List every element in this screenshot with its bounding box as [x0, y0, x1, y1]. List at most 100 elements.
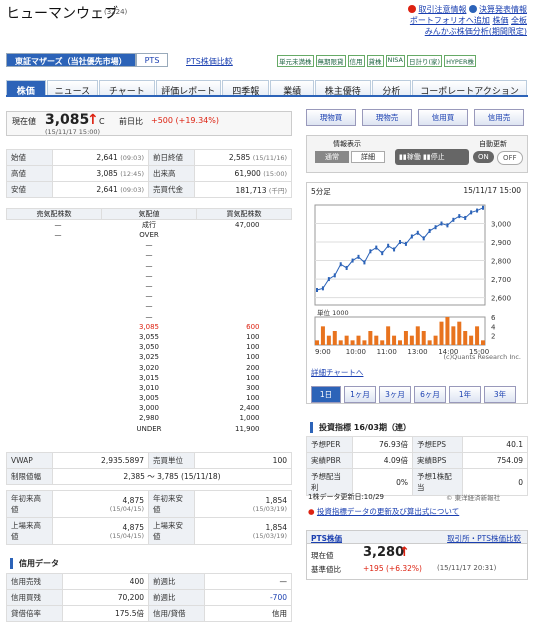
volume-bar — [392, 335, 397, 345]
period-1d[interactable]: 1日 — [311, 386, 341, 403]
tab-corporate-action[interactable]: コーポレートアクション — [412, 80, 527, 97]
auto-update-label: 自動更新 — [479, 140, 507, 148]
tab-price[interactable]: 株価 — [6, 80, 46, 97]
label: 売買単位 — [148, 452, 195, 469]
vwap-table: VWAP 2,935.5897 売買単位 100 制限値幅 2,385 〜 3,… — [6, 452, 292, 485]
price-candle — [357, 254, 360, 259]
sell-qty — [7, 250, 102, 260]
period-6m[interactable]: 6ヶ月 — [414, 386, 446, 403]
board-row: — — [7, 312, 292, 322]
cash-buy-button[interactable]: 現物買 — [306, 109, 356, 126]
tab-results[interactable]: 業績 — [270, 80, 315, 97]
table-row: 実績PBR 4.09倍 実績BPS 754.09 — [306, 452, 528, 469]
metrics-notice: ● 投資指標データの更新及び算出式について — [308, 506, 459, 517]
label: 信用/貸借 — [148, 605, 205, 622]
pts-compare-link[interactable]: PTS株価比較 — [186, 56, 233, 67]
normal-toggle[interactable]: 通常 — [315, 151, 349, 163]
volume-bar — [481, 340, 485, 345]
board-row: — 成行 47,000 — [7, 220, 292, 231]
y-tick-label: 2,900 — [491, 239, 511, 247]
price-candle — [470, 210, 473, 215]
market-pts[interactable]: PTS — [135, 53, 169, 67]
board-header: 売気配株数 気配値 買気配株数 — [6, 208, 292, 220]
price-candle — [339, 262, 342, 267]
tab-news[interactable]: ニュース — [46, 80, 99, 97]
tab-chart[interactable]: チャート — [99, 80, 155, 97]
caution-info-link[interactable]: 取引注意情報 — [418, 5, 466, 14]
period-3y[interactable]: 3年 — [484, 386, 516, 403]
tab-report[interactable]: 評価レポート — [155, 80, 221, 97]
board-row: — — [7, 281, 292, 291]
volume-bar — [315, 340, 319, 345]
period-1m[interactable]: 1ヶ月 — [344, 386, 376, 403]
value: 信用 — [204, 605, 292, 622]
detail-toggle[interactable]: 詳細 — [351, 151, 385, 163]
volume-tick-label: 2 — [491, 333, 495, 341]
tab-shikiho[interactable]: 四季報 — [221, 80, 270, 97]
market-tse-mothers[interactable]: 東証マザーズ（当社優先市場） — [6, 53, 136, 67]
cash-sell-button[interactable]: 現物売 — [362, 109, 412, 126]
margin-sell-button[interactable]: 信用売 — [474, 109, 524, 126]
y-tick-label: 2,800 — [491, 258, 511, 266]
run-stop-switch[interactable]: ▮▮稼働 ▮▮停止 — [395, 149, 469, 165]
price-candle — [375, 245, 378, 250]
volume-tick-label: 6 — [491, 314, 496, 322]
value: 1,854 (15/03/19) — [194, 517, 292, 545]
period-1y[interactable]: 1年 — [449, 386, 481, 403]
sell-qty-header: 売気配株数 — [6, 208, 102, 220]
full-board-link[interactable]: 全板 — [511, 16, 527, 25]
price: — — [145, 282, 153, 291]
pts-title-link[interactable]: PTS株価 — [311, 533, 342, 544]
price: 3,025 — [138, 353, 160, 362]
volume-bar — [386, 326, 391, 345]
price: 3,050 — [138, 343, 160, 352]
buy-qty: 100 — [246, 343, 260, 352]
minkabu-link[interactable]: みんかぶ株価分析(期間限定) — [425, 27, 527, 36]
y-tick-label: 2,700 — [491, 276, 511, 284]
stock-price-link[interactable]: 株価 — [492, 16, 508, 25]
price-box: 現在値 3,085 ↑ C (15/11/17 15:00) 前日比 +500 … — [6, 111, 292, 136]
board-row: — OVER — [7, 230, 292, 240]
label: 予想EPS — [412, 436, 463, 453]
table-row: 上場来高値 4,875 (15/04/15) 上場来安値 1,854 (15/03/… — [6, 517, 292, 545]
portfolio-add-link[interactable]: ポートフォリオへ追加 — [410, 16, 490, 25]
volume-bar — [356, 335, 361, 345]
data-source: © 東洋経済新報社 — [446, 494, 501, 502]
auto-on-toggle[interactable]: ON — [473, 151, 494, 163]
price: OVER — [139, 231, 159, 240]
tab-analysis[interactable]: 分析 — [371, 80, 412, 97]
board-row: — — [7, 301, 292, 311]
value: 4.09倍 — [352, 452, 413, 469]
price-candle — [369, 249, 372, 254]
auto-off-toggle[interactable]: OFF — [497, 151, 523, 165]
tab-benefits[interactable]: 株主優待 — [315, 80, 371, 97]
margin-buy-button[interactable]: 信用買 — [418, 109, 468, 126]
value: 4,875 (15/04/15) — [52, 490, 149, 518]
display-label: 情報表示 — [333, 140, 361, 148]
pts-compare-link[interactable]: 取引所・PTS株価比較 — [447, 533, 521, 544]
high-low-table: 年初来高値 4,875 (15/04/15) 年初来安値 1,854 (15/03/… — [6, 490, 292, 545]
metrics-notice-link[interactable]: 投資指標データの更新及び算出式について — [317, 507, 459, 516]
volume-bar — [469, 335, 474, 345]
margin-title: 信用データ — [10, 558, 59, 569]
pts-change: +195 (+6.32%) — [363, 564, 422, 573]
price-candle — [428, 228, 431, 233]
pts-panel: PTS株価 取引所・PTS株価比較 現在値 3,280 ↑ 基準値比 +195 … — [306, 530, 528, 580]
price: 3,010 — [138, 383, 160, 392]
table-row: 始値 2,641 (09:03) 前日終値 2,585 (15/11/16) — [6, 149, 292, 166]
price-candle — [345, 265, 348, 270]
earnings-info-link[interactable]: 決算発表情報 — [479, 5, 527, 14]
volume-bar — [380, 340, 385, 345]
tag: 貸株 — [366, 55, 384, 67]
board-row: 3,020 200 — [7, 362, 292, 372]
label: 前週比 — [148, 589, 205, 606]
tag: 無期限貸 — [315, 55, 346, 67]
volume-bar — [374, 335, 379, 345]
label: 出来高 — [148, 165, 195, 182]
tag: 単元未満株 — [277, 55, 314, 67]
volume-bar — [403, 331, 408, 345]
period-3m[interactable]: 3ヶ月 — [379, 386, 411, 403]
detail-chart-link[interactable]: 詳細チャートへ — [311, 367, 363, 378]
value: 70,200 — [62, 589, 149, 606]
label: 実績BPS — [412, 452, 463, 469]
